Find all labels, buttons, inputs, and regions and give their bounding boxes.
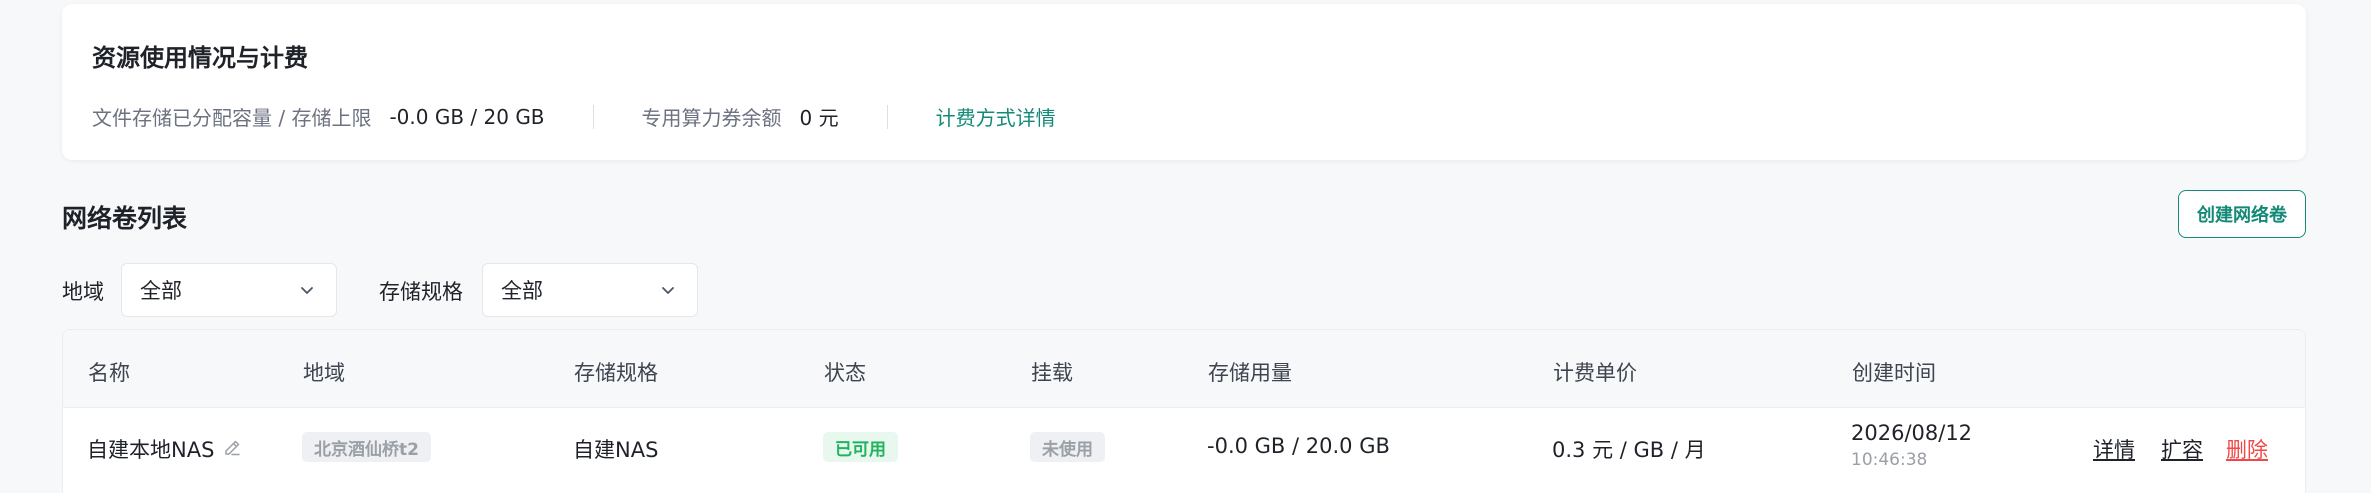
- delete-link[interactable]: 删除: [2226, 434, 2268, 464]
- region-select[interactable]: 全部: [121, 263, 337, 317]
- unit-price: 0.3 元 / GB / 月: [1552, 438, 1706, 462]
- mount-badge: 未使用: [1030, 432, 1105, 462]
- create-volume-button[interactable]: 创建网络卷: [2178, 190, 2306, 238]
- usage-stats: 文件存储已分配容量 / 存储上限 -0.0 GB / 20 GB 专用算力券余额…: [92, 102, 1056, 131]
- voucher-label: 专用算力券余额: [641, 106, 782, 130]
- storage-usage: -0.0 GB / 20.0 GB: [1207, 434, 1390, 458]
- chevron-down-icon: [301, 287, 313, 294]
- spec-filter-label: 存储规格: [379, 280, 463, 304]
- status-badge: 已可用: [823, 432, 898, 462]
- table-row: 自建本地NAS 北京酒仙桥t2 自建NAS 已可用 未使用 -0.0 GB / …: [62, 329, 2306, 489]
- region-tag: 北京酒仙桥t2: [302, 432, 431, 462]
- billing-details-link[interactable]: 计费方式详情: [936, 102, 1056, 131]
- storage-value: -0.0 GB / 20 GB: [389, 104, 545, 129]
- details-link[interactable]: 详情: [2093, 434, 2135, 464]
- usage-card-title: 资源使用情况与计费: [92, 44, 308, 72]
- storage-label: 文件存储已分配容量 / 存储上限: [92, 106, 372, 130]
- created-time: 10:46:38: [1851, 450, 1928, 470]
- stats-divider: [886, 104, 888, 129]
- volume-spec: 自建NAS: [573, 438, 659, 462]
- created-date: 2026/08/12: [1851, 421, 1973, 445]
- volume-name: 自建本地NAS: [87, 438, 215, 462]
- spec-select[interactable]: 全部: [482, 263, 698, 317]
- stats-divider: [592, 104, 594, 129]
- spec-select-value: 全部: [501, 279, 543, 303]
- region-filter-label: 地域: [62, 280, 104, 304]
- region-select-value: 全部: [140, 279, 182, 303]
- volume-list-title: 网络卷列表: [62, 204, 188, 233]
- voucher-value: 0 元: [799, 106, 839, 130]
- edit-pencil-icon[interactable]: [222, 437, 244, 459]
- resource-usage-card: 资源使用情况与计费 文件存储已分配容量 / 存储上限 -0.0 GB / 20 …: [62, 4, 2306, 160]
- chevron-down-icon: [662, 287, 674, 294]
- expand-link[interactable]: 扩容: [2161, 434, 2203, 464]
